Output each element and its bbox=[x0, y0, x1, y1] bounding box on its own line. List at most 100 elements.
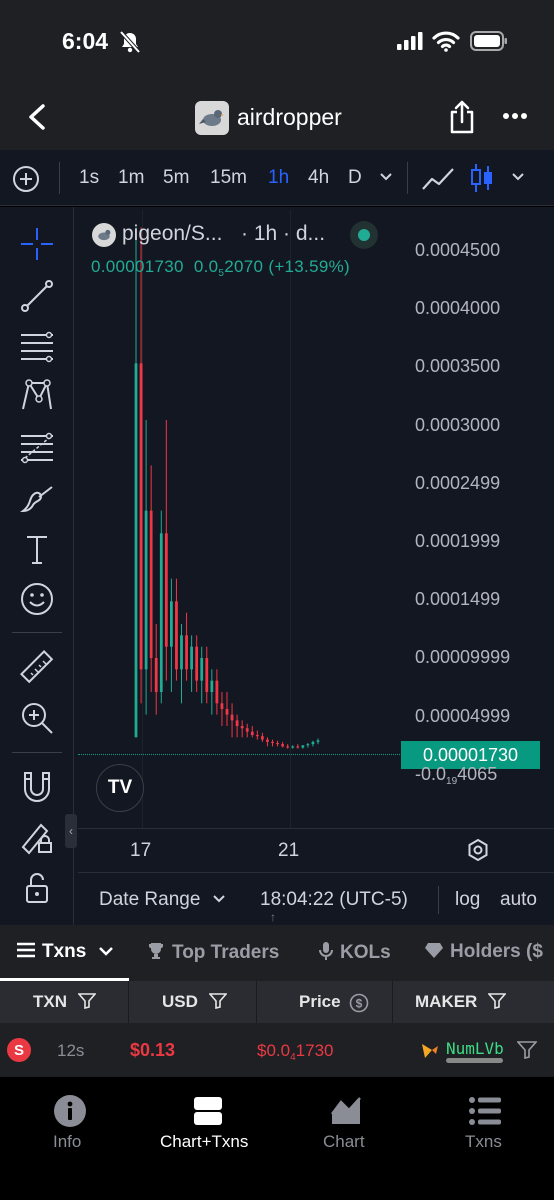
candle-body bbox=[276, 743, 279, 745]
timeframe-1m[interactable]: 1m bbox=[118, 167, 144, 189]
nav-info[interactable]: Info bbox=[53, 1132, 81, 1152]
line-chart-icon[interactable] bbox=[421, 165, 455, 193]
microphone-icon bbox=[319, 942, 333, 960]
magnet-icon[interactable] bbox=[19, 769, 55, 805]
list-icon[interactable] bbox=[468, 1096, 502, 1126]
candle-body bbox=[255, 735, 259, 737]
area-chart-icon[interactable] bbox=[330, 1096, 362, 1126]
nav-chart[interactable]: Chart bbox=[323, 1132, 365, 1152]
chevron-down-icon[interactable] bbox=[379, 170, 393, 184]
timeframe-15m[interactable]: 15m bbox=[210, 167, 247, 189]
chevron-down-icon bbox=[98, 947, 113, 956]
tab-top-traders[interactable]: Top Traders bbox=[146, 941, 279, 964]
y-axis-tick: 0.0001499 bbox=[415, 589, 501, 609]
column-maker[interactable]: MAKER bbox=[415, 992, 507, 1012]
candlestick-chart[interactable] bbox=[78, 210, 400, 828]
market-status-dot bbox=[350, 221, 378, 249]
y-axis-tick: 0.0003500 bbox=[415, 356, 501, 376]
fib-retracement-icon[interactable] bbox=[19, 430, 55, 466]
ruler-icon[interactable] bbox=[19, 649, 55, 685]
token-avatar bbox=[195, 101, 229, 135]
candle-body bbox=[266, 739, 269, 742]
auto-scale-toggle[interactable]: auto bbox=[500, 889, 537, 911]
low-price-label: -0.0194065 bbox=[415, 764, 498, 787]
y-axis-tick: 0.00009999 bbox=[415, 647, 511, 667]
candle-body bbox=[296, 746, 300, 748]
column-usd[interactable]: USD bbox=[162, 992, 228, 1012]
timeframe-4h[interactable]: 4h bbox=[308, 167, 329, 189]
chart-txns-icon[interactable] bbox=[193, 1096, 223, 1126]
unlock-icon[interactable] bbox=[19, 870, 55, 906]
back-icon[interactable] bbox=[24, 102, 52, 132]
candle-body bbox=[159, 533, 163, 692]
y-axis-tick: 0.0003000 bbox=[415, 415, 501, 435]
lock-drawing-icon[interactable] bbox=[19, 819, 55, 855]
timeframe-d[interactable]: D bbox=[348, 167, 362, 189]
more-options-icon[interactable] bbox=[502, 112, 528, 120]
settings-icon[interactable] bbox=[466, 838, 490, 862]
pattern-icon[interactable] bbox=[19, 377, 55, 413]
candle-body bbox=[260, 736, 264, 740]
zoom-in-icon[interactable] bbox=[19, 700, 55, 736]
add-indicator-icon[interactable] bbox=[12, 165, 40, 193]
candle-body bbox=[240, 726, 244, 729]
bottombar-divider bbox=[438, 886, 439, 914]
candle-body bbox=[144, 510, 148, 670]
cellular-signal-icon bbox=[397, 32, 423, 50]
text-tool-icon[interactable] bbox=[19, 531, 55, 567]
symbol-interval[interactable]: · 1h · d... bbox=[241, 222, 325, 246]
pigeon-icon bbox=[199, 110, 224, 126]
brush-icon[interactable] bbox=[19, 481, 55, 517]
maker-address[interactable]: NumLVb bbox=[446, 1039, 504, 1058]
timeframe-5m[interactable]: 5m bbox=[163, 167, 189, 189]
token-avatar bbox=[92, 223, 116, 247]
column-divider bbox=[128, 981, 129, 1023]
bell-muted-icon bbox=[119, 30, 141, 54]
date-range-button[interactable]: Date Range bbox=[99, 889, 226, 911]
candle-body bbox=[190, 646, 194, 670]
column-price[interactable]: Price $ bbox=[299, 992, 369, 1013]
parallel-lines-icon[interactable] bbox=[19, 327, 55, 363]
filter-icon bbox=[487, 993, 507, 1010]
candle-body bbox=[164, 533, 168, 647]
tab-holders[interactable]: Holders ($ bbox=[424, 941, 543, 963]
maker-tag-icon bbox=[422, 1044, 438, 1058]
candle-body bbox=[245, 728, 249, 732]
filter-icon[interactable] bbox=[517, 1041, 537, 1059]
timeframe-1s[interactable]: 1s bbox=[79, 167, 99, 189]
filter-icon bbox=[76, 993, 97, 1010]
timeframe-1h[interactable]: 1h bbox=[268, 167, 289, 189]
candle-body bbox=[291, 746, 295, 748]
chevron-down-icon[interactable] bbox=[511, 170, 525, 184]
close-value: 0.00001730 bbox=[91, 257, 184, 276]
log-scale-toggle[interactable]: log bbox=[455, 889, 480, 911]
candle-body bbox=[215, 680, 219, 704]
nav-chart-txns[interactable]: Chart+Txns bbox=[160, 1132, 248, 1152]
sidebar-divider bbox=[12, 752, 62, 753]
candle-body bbox=[271, 741, 274, 743]
candle-body bbox=[306, 744, 310, 746]
candlestick-icon[interactable] bbox=[469, 162, 495, 194]
tradingview-logo[interactable]: TV bbox=[96, 764, 144, 812]
candle-body bbox=[195, 646, 199, 681]
tab-txns[interactable]: Txns bbox=[16, 941, 114, 963]
column-divider bbox=[392, 981, 393, 1023]
candle-body bbox=[149, 510, 153, 658]
collapse-sidebar-button[interactable]: ‹ bbox=[65, 814, 77, 848]
candle-body bbox=[281, 744, 285, 747]
nav-txns[interactable]: Txns bbox=[465, 1132, 502, 1152]
candle-body bbox=[225, 709, 229, 715]
trend-line-icon[interactable] bbox=[19, 278, 55, 314]
candle-body bbox=[154, 658, 158, 692]
chevron-down-icon bbox=[212, 895, 225, 903]
emoji-icon[interactable] bbox=[19, 581, 55, 617]
symbol-name[interactable]: pigeon/S... bbox=[122, 222, 222, 246]
tab-kols[interactable]: KOLs bbox=[318, 941, 391, 964]
share-icon[interactable] bbox=[449, 100, 475, 134]
candle-body bbox=[301, 745, 305, 748]
info-icon[interactable] bbox=[53, 1094, 87, 1128]
column-txn[interactable]: TXN bbox=[33, 992, 97, 1012]
candle-body bbox=[205, 658, 209, 692]
battery-icon bbox=[470, 31, 507, 51]
crosshair-icon[interactable] bbox=[19, 226, 55, 262]
